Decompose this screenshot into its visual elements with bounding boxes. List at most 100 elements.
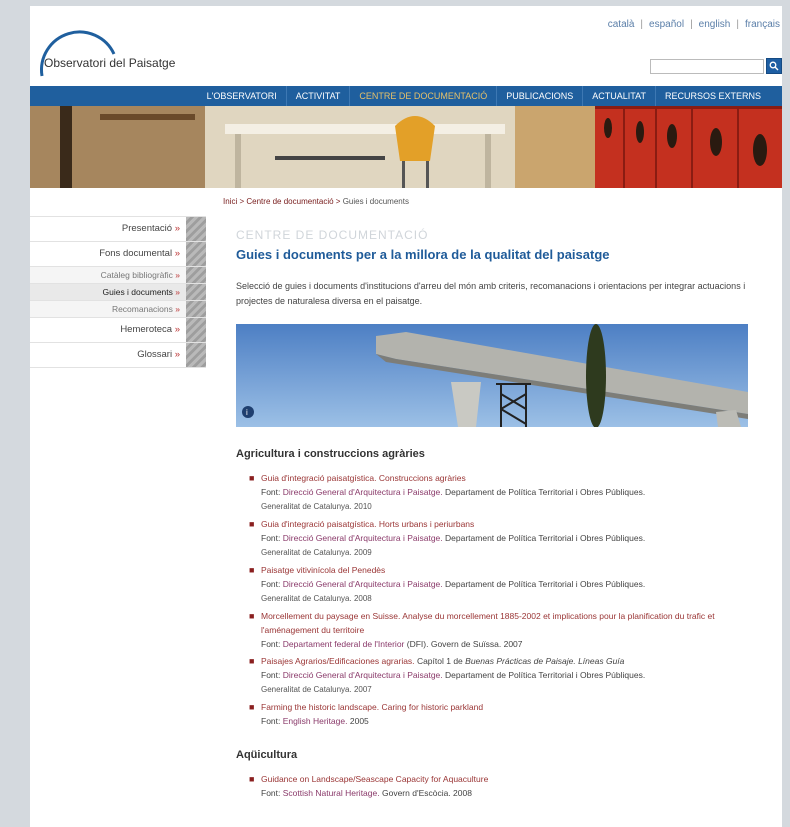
source-detail: Departament de Política Territorial i Ob… [445,487,646,497]
nav-item-publicacions[interactable]: PUBLICACIONS [496,86,582,106]
document-link[interactable]: Paisatge vitivinícola del Penedès [261,565,385,575]
sidebar-item-presentacio[interactable]: Presentació » [30,216,206,241]
language-link-spanish[interactable]: español [649,19,684,30]
document-link[interactable]: Guia d'integració paisatgística. Horts u… [261,519,474,529]
list-item: ■ Farming the historic landscape. Caring… [249,700,756,728]
sidebar-item-label: Catàleg bibliogràfic [100,270,173,280]
search-input[interactable] [650,59,764,74]
source-link[interactable]: Direcció General d'Arquitectura i Paisat… [283,487,443,497]
sidebar-thumbnail [186,217,206,241]
separator: | [640,19,644,30]
sidebar-item-label: Recomanacions [111,304,173,314]
sidebar-item-label: Hemeroteca [120,324,173,335]
sidebar-item-cataleg-bibliografic[interactable]: Catàleg bibliogràfic » [30,266,206,283]
chevron-right-icon: » [174,324,180,335]
breadcrumb-separator: > [335,197,341,206]
document-title-italic: Buenas Prácticas de Paisaje. Líneas Guía [465,656,625,666]
chevron-right-icon: » [174,248,180,259]
nav-item-observatori[interactable]: L'OBSERVATORI [198,86,286,106]
list-item: ■ Guia d'integració paisatgística. Const… [249,471,756,514]
search-icon [769,61,779,71]
source-detail: Departament de Política Territorial i Ob… [445,579,646,589]
svg-text:i: i [246,408,248,417]
bullet-icon: ■ [249,656,255,666]
sidebar-item-recomanacions[interactable]: Recomanacions » [30,300,206,317]
breadcrumb-section[interactable]: Centre de documentació [246,197,333,206]
document-title-extra: Capítol 1 de [416,656,463,666]
sidebar-thumbnail [186,284,206,300]
document-link[interactable]: Guidance on Landscape/Seascape Capacity … [261,774,488,784]
font-label: Font: [261,533,281,543]
language-link-catalan[interactable]: català [608,19,635,30]
banner-image [30,106,782,188]
content-photo: i [236,324,748,427]
language-selector: català | español | english | français [608,19,780,30]
source-link[interactable]: Direcció General d'Arquitectura i Paisat… [283,533,443,543]
sidebar-thumbnail [186,242,206,266]
list-item: ■ Paisajes Agrarios/Edificaciones agrari… [249,654,756,697]
sidebar-item-fons-documental[interactable]: Fons documental » [30,241,206,266]
source-link[interactable]: Direcció General d'Arquitectura i Paisat… [283,579,443,589]
nav-item-recursos-externs[interactable]: RECURSOS EXTERNS [654,86,770,106]
site-logo-text[interactable]: Observatori del Paisatge [44,56,175,70]
source-link[interactable]: Direcció General d'Arquitectura i Paisat… [283,670,443,680]
document-link[interactable]: Guia d'integració paisatgística. Constru… [261,473,466,483]
source-link[interactable]: English Heritage. [283,716,348,726]
sidebar-thumbnail [186,301,206,317]
nav-item-actualitat[interactable]: ACTUALITAT [582,86,655,106]
list-item: ■ Guidance on Landscape/Seascape Capacit… [249,772,756,800]
main-nav: L'OBSERVATORI ACTIVITAT CENTRE DE DOCUME… [30,86,782,106]
breadcrumb-current: Guies i documents [342,197,409,206]
section-title: CENTRE DE DOCUMENTACIÓ [236,228,429,240]
source-detail: (DFI). Govern de Suïssa. 2007 [406,639,523,649]
source-publisher: Generalitat de Catalunya. 2007 [261,685,372,694]
nav-item-activitat[interactable]: ACTIVITAT [285,86,350,106]
header: Observatori del Paisatge català | español |… [30,6,782,86]
document-list: ■ Guidance on Landscape/Seascape Capacit… [236,772,756,800]
bullet-icon: ■ [249,774,255,784]
language-link-english[interactable]: english [699,19,731,30]
nav-item-centre-documentacio[interactable]: CENTRE DE DOCUMENTACIÓ [349,86,496,106]
sidebar-item-guies-documents[interactable]: Guies i documents » [30,283,206,300]
sidebar-thumbnail [186,343,206,367]
list-item: ■ Morcellement du paysage en Suisse. Ana… [249,609,756,651]
category-heading: Aqüicultura [236,749,298,761]
source-detail: 2005 [349,716,369,726]
chevron-right-icon: » [175,287,180,297]
page-title: Guies i documents per a la millora de la… [236,247,610,262]
separator: | [690,19,693,30]
font-label: Font: [261,639,281,649]
font-label: Font: [261,487,281,497]
source-publisher: Generalitat de Catalunya. 2009 [261,548,372,557]
language-link-french[interactable]: français [745,19,780,30]
sidebar-item-label: Glossari [137,349,173,360]
bullet-icon: ■ [249,519,255,529]
document-link[interactable]: Farming the historic landscape. Caring f… [261,702,483,712]
list-item: ■ Paisatge vitivinícola del Penedès Font… [249,563,756,606]
source-link[interactable]: Departament federal de l'Interior [283,639,405,649]
bullet-icon: ■ [249,565,255,575]
bullet-icon: ■ [249,611,255,621]
sidebar-item-label: Presentació [121,223,173,234]
bullet-icon: ■ [249,473,255,483]
sidebar-item-hemeroteca[interactable]: Hemeroteca » [30,317,206,342]
list-item: ■ Guia d'integració paisatgística. Horts… [249,517,756,560]
chevron-right-icon: » [175,270,180,280]
font-label: Font: [261,579,281,589]
source-link[interactable]: Scottish Natural Heritage. [283,788,380,798]
logo-arc-icon [40,30,116,77]
sidebar-item-label: Fons documental [99,248,173,259]
document-link[interactable]: Paisajes Agrarios/Edificaciones agrarias… [261,656,415,666]
breadcrumb-home[interactable]: Inici [223,197,237,206]
document-link[interactable]: Morcellement du paysage en Suisse. Analy… [261,611,715,635]
sidebar-thumbnail [186,267,206,283]
separator: | [736,19,739,30]
main-content: CENTRE DE DOCUMENTACIÓ Guies i documents… [236,228,756,803]
source-detail: Departament de Política Territorial i Ob… [445,670,646,680]
sidebar-item-glossari[interactable]: Glossari » [30,342,206,368]
document-list: ■ Guia d'integració paisatgística. Const… [236,471,756,728]
category-heading: Agricultura i construccions agràries [236,448,425,460]
chevron-right-icon: » [174,349,180,360]
search-button[interactable] [766,58,782,74]
bullet-icon: ■ [249,702,255,712]
